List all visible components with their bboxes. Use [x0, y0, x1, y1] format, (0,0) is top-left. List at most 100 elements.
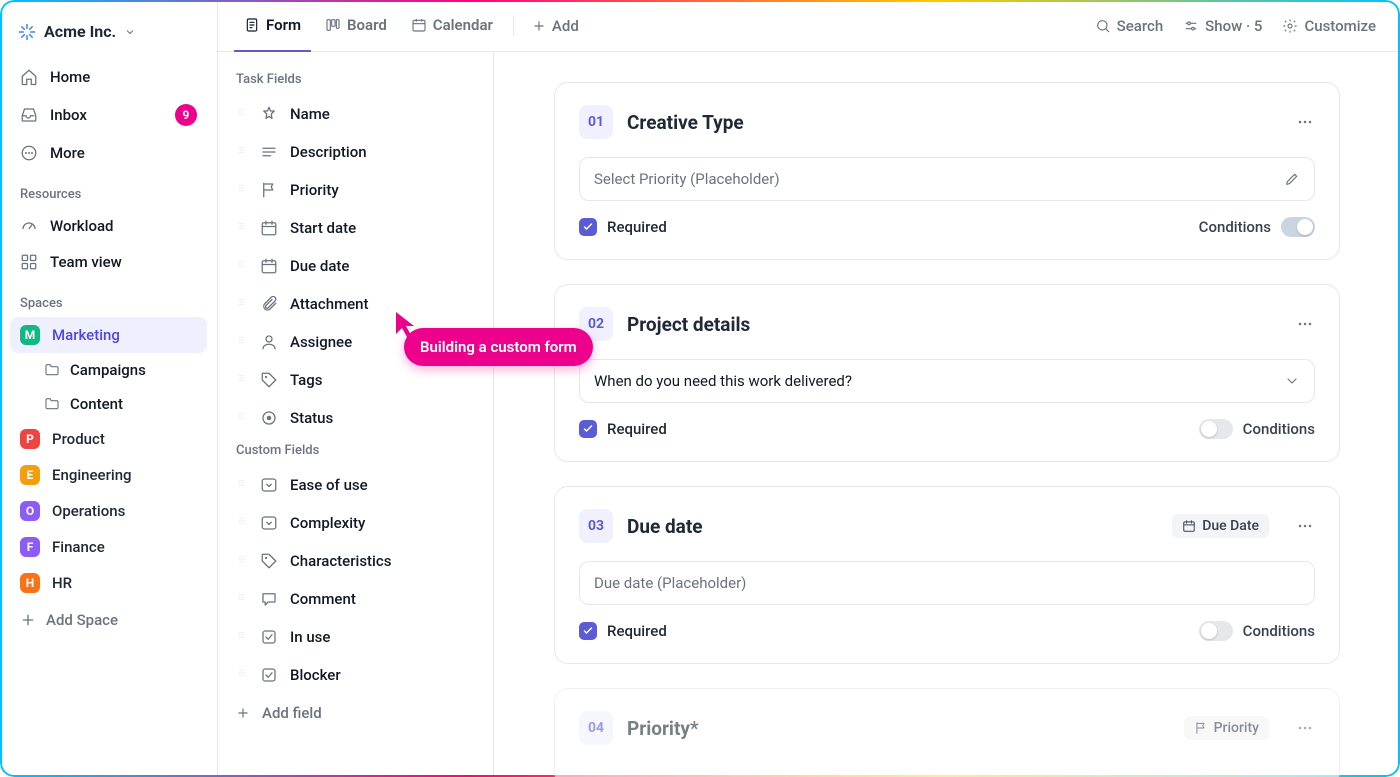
field-item[interactable]: Description — [230, 133, 481, 171]
drag-handle-icon[interactable] — [236, 293, 248, 315]
field-item[interactable]: Name — [230, 95, 481, 133]
tab-board[interactable]: Board — [315, 0, 397, 52]
more-icon[interactable] — [1295, 718, 1315, 738]
field-label: In use — [290, 628, 330, 646]
field-label: Tags — [290, 371, 322, 389]
question-input[interactable]: When do you need this work delivered? — [579, 359, 1315, 403]
field-label: Description — [290, 143, 367, 161]
field-item[interactable]: Comment — [230, 580, 481, 618]
question-input[interactable]: Select Priority (Placeholder) — [579, 157, 1315, 201]
form-question-card: 01 Creative Type Select Priority (Placeh… — [554, 82, 1340, 260]
drag-handle-icon[interactable] — [236, 103, 248, 125]
drag-handle-icon[interactable] — [236, 474, 248, 496]
question-title[interactable]: Project details — [627, 313, 750, 336]
conditions-label: Conditions — [1199, 218, 1271, 236]
add-field-button[interactable]: Add field — [230, 694, 481, 732]
space-product[interactable]: P Product — [10, 421, 207, 457]
subspace-campaigns[interactable]: Campaigns — [10, 353, 207, 387]
more-icon[interactable] — [1295, 516, 1315, 536]
field-type-badge: Due Date — [1172, 514, 1269, 538]
required-label: Required — [607, 622, 667, 640]
star-icon — [260, 105, 278, 123]
nav-inbox[interactable]: Inbox 9 — [10, 95, 207, 135]
space-operations[interactable]: O Operations — [10, 493, 207, 529]
workspace-switcher[interactable]: Acme Inc. — [10, 14, 207, 59]
add-space-button[interactable]: Add Space — [10, 601, 207, 639]
nav-workload[interactable]: Workload — [10, 208, 207, 244]
chevron-down-icon — [124, 26, 136, 38]
required-checkbox[interactable] — [579, 622, 597, 640]
fields-panel: Task Fields Name Description Priority St… — [218, 52, 494, 777]
paperclip-icon — [260, 295, 278, 313]
conditions-toggle[interactable] — [1199, 621, 1233, 641]
space-label: Marketing — [52, 326, 120, 344]
field-item[interactable]: Priority — [230, 171, 481, 209]
pencil-icon[interactable] — [1284, 171, 1300, 187]
chevron-icon[interactable] — [1284, 373, 1300, 389]
nav-more[interactable]: More — [10, 135, 207, 171]
conditions-toggle[interactable] — [1199, 419, 1233, 439]
field-item[interactable]: In use — [230, 618, 481, 656]
more-icon[interactable] — [1295, 112, 1315, 132]
drag-handle-icon[interactable] — [236, 407, 248, 429]
add-view-button[interactable]: Add — [524, 11, 587, 41]
nav-teamview[interactable]: Team view — [10, 244, 207, 280]
tab-label: Form — [266, 16, 301, 34]
question-title[interactable]: Creative Type — [627, 111, 744, 134]
question-input[interactable]: Due date (Placeholder) — [579, 561, 1315, 605]
conditions-label: Conditions — [1243, 622, 1315, 640]
field-item[interactable]: Ease of use — [230, 466, 481, 504]
field-item[interactable]: Characteristics — [230, 542, 481, 580]
show-button[interactable]: Show · 5 — [1175, 11, 1270, 41]
drag-handle-icon[interactable] — [236, 217, 248, 239]
plus-icon — [532, 19, 546, 33]
field-label: Name — [290, 105, 330, 123]
drag-handle-icon[interactable] — [236, 512, 248, 534]
drag-handle-icon[interactable] — [236, 588, 248, 610]
required-checkbox[interactable] — [579, 218, 597, 236]
nav-workload-label: Workload — [50, 217, 114, 235]
drag-handle-icon[interactable] — [236, 141, 248, 163]
question-title[interactable]: Due date — [627, 515, 703, 538]
field-item[interactable]: Blocker — [230, 656, 481, 694]
question-title[interactable]: Priority* — [627, 717, 699, 740]
tab-label: Board — [347, 16, 387, 34]
space-marketing[interactable]: M Marketing — [10, 317, 207, 353]
logo-icon — [18, 23, 36, 41]
gear-icon — [1282, 18, 1298, 34]
field-item[interactable]: Attachment — [230, 285, 481, 323]
space-engineering[interactable]: E Engineering — [10, 457, 207, 493]
more-icon[interactable] — [1295, 314, 1315, 334]
subspace-content[interactable]: Content — [10, 387, 207, 421]
input-text: When do you need this work delivered? — [594, 372, 852, 390]
drag-handle-icon[interactable] — [236, 331, 248, 353]
tab-calendar[interactable]: Calendar — [401, 0, 503, 52]
drag-handle-icon[interactable] — [236, 550, 248, 572]
required-checkbox[interactable] — [579, 420, 597, 438]
field-item[interactable]: Tags — [230, 361, 481, 399]
drag-handle-icon[interactable] — [236, 369, 248, 391]
search-label: Search — [1117, 17, 1164, 35]
space-finance[interactable]: F Finance — [10, 529, 207, 565]
field-item[interactable]: Status — [230, 399, 481, 437]
field-item[interactable]: Start date — [230, 209, 481, 247]
space-hr[interactable]: H HR — [10, 565, 207, 601]
main: Form Board Calendar Add Search — [218, 0, 1400, 777]
field-label: Status — [290, 409, 333, 427]
field-item[interactable]: Complexity — [230, 504, 481, 542]
tooltip-label: Building a custom form — [404, 328, 593, 366]
spaces-label: Spaces — [10, 280, 207, 317]
customize-button[interactable]: Customize — [1274, 11, 1384, 41]
drag-handle-icon[interactable] — [236, 626, 248, 648]
nav-home[interactable]: Home — [10, 59, 207, 95]
drag-handle-icon[interactable] — [236, 255, 248, 277]
drag-handle-icon[interactable] — [236, 179, 248, 201]
add-field-label: Add field — [262, 704, 322, 722]
custom-fields-label: Custom Fields — [230, 437, 481, 466]
badge-label: Due Date — [1202, 518, 1259, 534]
search-button[interactable]: Search — [1087, 11, 1172, 41]
drag-handle-icon[interactable] — [236, 664, 248, 686]
tab-form[interactable]: Form — [234, 0, 311, 52]
conditions-toggle[interactable] — [1281, 217, 1315, 237]
field-item[interactable]: Due date — [230, 247, 481, 285]
